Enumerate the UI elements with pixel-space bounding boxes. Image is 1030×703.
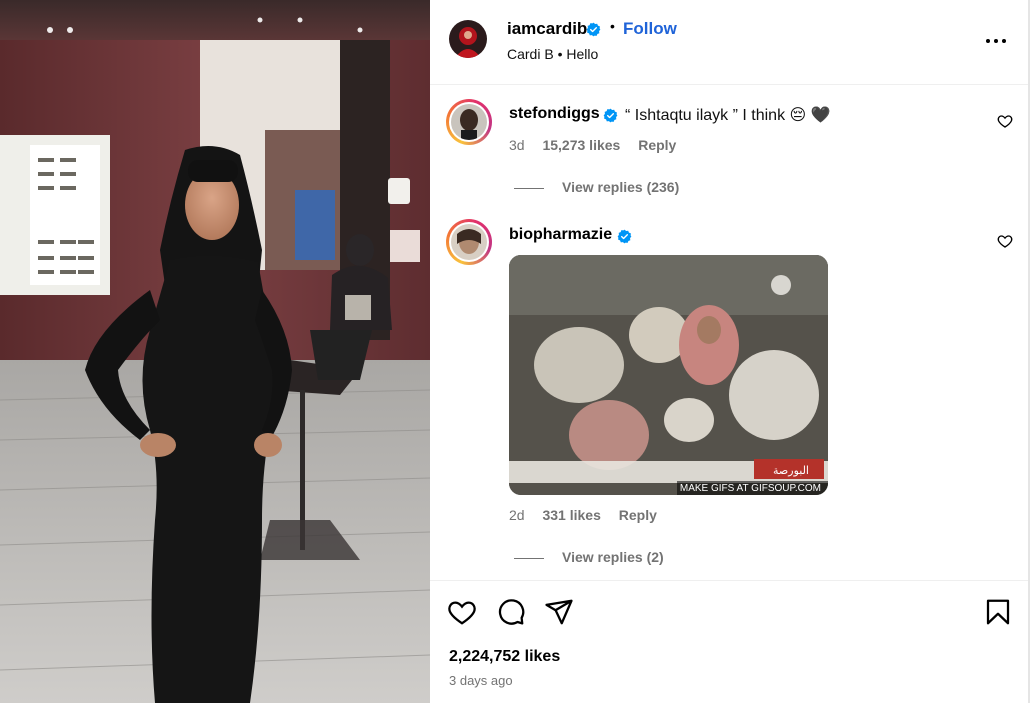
comment-avatar[interactable] — [446, 99, 492, 145]
view-replies-button[interactable]: View replies (2) — [514, 549, 664, 565]
comment-gif[interactable]: البورصة MAKE GIFS AT GIFSOUP.COM — [509, 255, 828, 495]
replies-divider — [514, 187, 544, 189]
view-replies-label[interactable]: View replies (2) — [562, 549, 664, 565]
post-actions-bar: 2,224,752 likes 3 days ago — [430, 580, 1028, 703]
post-photo[interactable] — [0, 0, 430, 703]
post-detail-panel: iamcardib • Follow Cardi B • Hello stefo… — [430, 0, 1028, 703]
more-options-icon[interactable] — [985, 30, 1007, 52]
gif-watermark: MAKE GIFS AT GIFSOUP.COM — [680, 483, 821, 494]
follow-button[interactable]: Follow — [623, 19, 677, 39]
author-username[interactable]: iamcardib — [507, 19, 587, 39]
author-avatar[interactable] — [449, 20, 487, 58]
comment-username[interactable]: biopharmazie — [509, 226, 612, 244]
comment-age: 2d — [509, 507, 525, 523]
view-replies-label[interactable]: View replies (236) — [562, 179, 679, 195]
reply-button[interactable]: Reply — [638, 137, 676, 153]
comment-likes[interactable]: 331 likes — [542, 507, 600, 523]
verified-badge-icon — [586, 21, 601, 39]
verified-badge-icon — [617, 228, 632, 246]
comment-likes[interactable]: 15,273 likes — [542, 137, 620, 153]
heart-icon[interactable] — [997, 233, 1013, 249]
gif-ticker-text: البورصة — [773, 464, 809, 477]
replies-divider — [514, 557, 544, 559]
comment-icon[interactable] — [496, 597, 526, 627]
comment-meta: 2d 331 likes Reply — [509, 507, 671, 523]
verified-badge-icon — [603, 107, 618, 125]
share-icon[interactable] — [544, 597, 574, 627]
post-header: iamcardib • Follow Cardi B • Hello — [430, 0, 1028, 85]
comment-text: “ Ishtaqtu ilayk ” I think 😔 🖤 — [625, 107, 831, 124]
post-timestamp: 3 days ago — [449, 673, 513, 688]
heart-icon[interactable] — [997, 113, 1013, 129]
comment-age: 3d — [509, 137, 525, 153]
heart-icon[interactable] — [447, 597, 477, 627]
post-likes-count[interactable]: 2,224,752 likes — [449, 648, 560, 666]
post-subtitle: Cardi B • Hello — [507, 46, 599, 62]
comment-avatar[interactable] — [446, 219, 492, 265]
reply-button[interactable]: Reply — [619, 507, 657, 523]
comment-meta: 3d 15,273 likes Reply — [509, 137, 690, 153]
header-separator: • — [610, 18, 615, 34]
view-replies-button[interactable]: View replies (236) — [514, 179, 679, 195]
comment-username[interactable]: stefondiggs — [509, 105, 600, 123]
bookmark-icon[interactable] — [983, 597, 1013, 627]
